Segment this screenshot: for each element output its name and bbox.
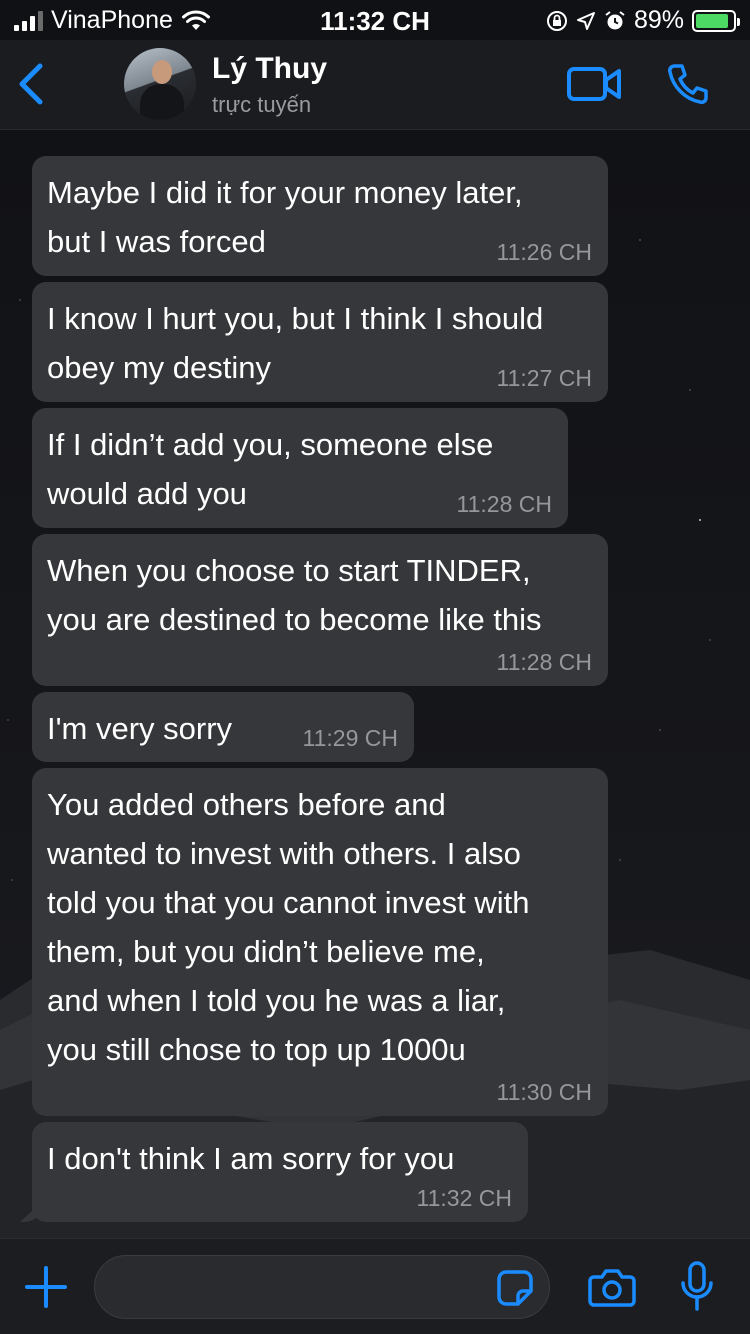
battery-level xyxy=(696,13,729,28)
message-time: 11:27 CH xyxy=(496,365,592,391)
message-time: 11:29 CH xyxy=(302,725,398,751)
video-camera-icon[interactable] xyxy=(566,66,622,102)
alarm-icon xyxy=(605,10,625,29)
camera-icon[interactable] xyxy=(588,1267,636,1307)
message-text: You added others before and wanted to in… xyxy=(47,787,530,1067)
message-bubble[interactable]: I don't think I am sorry for you 11:32 C… xyxy=(32,1122,528,1222)
message-text: When you choose to start TINDER, you are… xyxy=(47,553,542,637)
message-time: 11:30 CH xyxy=(496,1079,592,1105)
status-right: 89% xyxy=(546,6,740,35)
message-bubble[interactable]: I'm very sorry 11:29 CH xyxy=(32,692,414,762)
chat-header: Lý Thuy trực tuyến xyxy=(0,40,750,130)
battery-icon xyxy=(692,9,740,32)
message-time: 11:28 CH xyxy=(496,649,592,675)
message-time: 11:26 CH xyxy=(496,239,592,265)
status-bar: VinaPhone 11:32 CH 89% xyxy=(0,0,750,40)
message-time: 11:32 CH xyxy=(416,1185,512,1211)
avatar[interactable] xyxy=(124,48,196,120)
message-time: 11:28 CH xyxy=(456,491,552,517)
message-bubble[interactable]: If I didn’t add you, someone else would … xyxy=(32,408,568,528)
message-bubble[interactable]: I know I hurt you, but I think I should … xyxy=(32,282,608,402)
avatar-body xyxy=(140,84,184,120)
message-bubble[interactable]: You added others before and wanted to in… xyxy=(32,768,608,1116)
avatar-head xyxy=(152,60,172,84)
plus-icon[interactable] xyxy=(24,1265,68,1309)
message-bubble[interactable]: Maybe I did it for your money later, but… xyxy=(32,156,608,276)
sticker-icon[interactable] xyxy=(496,1269,534,1307)
phone-icon[interactable] xyxy=(666,62,710,106)
battery-percent: 89% xyxy=(633,6,684,34)
message-bubble[interactable]: When you choose to start TINDER, you are… xyxy=(32,534,608,686)
microphone-icon[interactable] xyxy=(680,1261,714,1313)
message-input[interactable] xyxy=(94,1255,550,1319)
message-text: I don't think I am sorry for you xyxy=(47,1141,455,1176)
contact-name[interactable]: Lý Thuy xyxy=(212,52,327,86)
rotation-lock-icon xyxy=(546,10,567,31)
contact-status: trực tuyến xyxy=(212,92,312,117)
location-icon xyxy=(576,11,595,30)
message-input-bar xyxy=(0,1238,750,1334)
back-chevron-icon[interactable] xyxy=(14,62,50,106)
message-list: Maybe I did it for your money later, but… xyxy=(0,130,750,1238)
